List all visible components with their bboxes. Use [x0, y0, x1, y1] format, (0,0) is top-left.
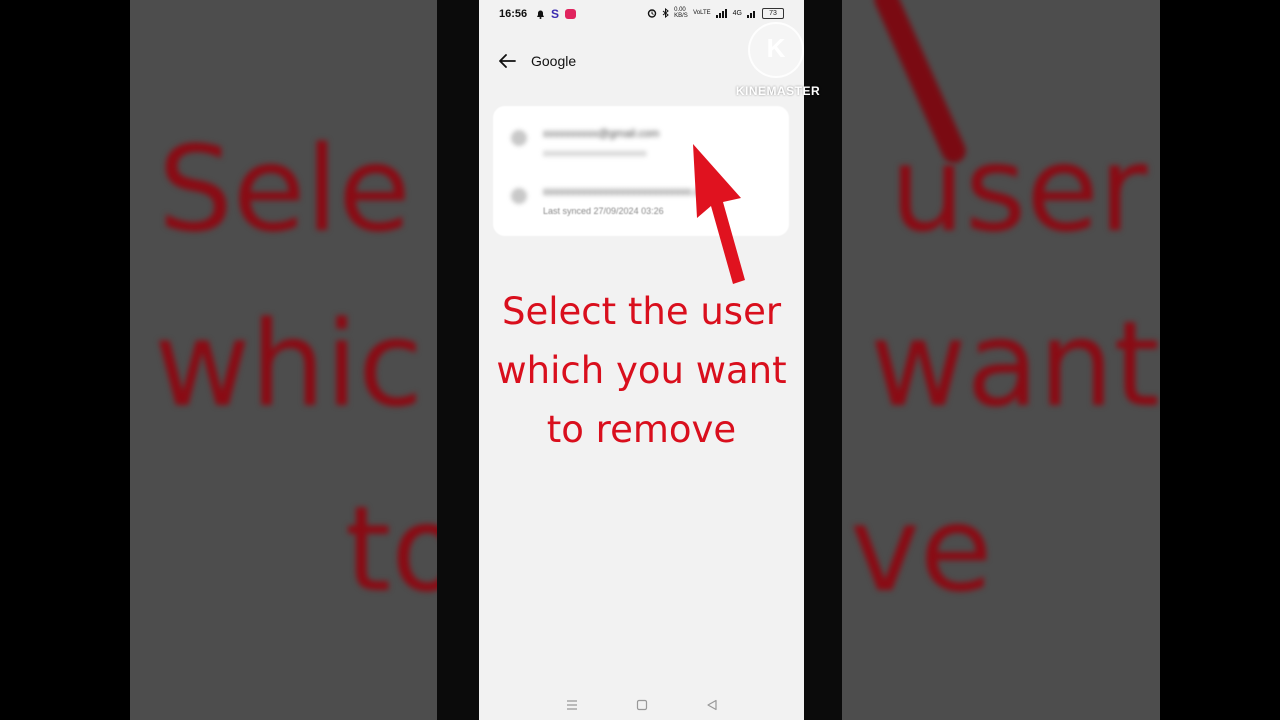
caption-line-3: to remove [546, 408, 737, 451]
bluetooth-icon [662, 8, 669, 18]
account-icon [511, 188, 527, 204]
caption-line-2: which you want [496, 349, 787, 392]
left-dark-strip [437, 0, 479, 720]
network-type: VoLTE [693, 10, 711, 16]
notification-icon [537, 10, 544, 19]
backdrop-line1-left: Sele [158, 120, 411, 258]
account-last-synced: Last synced 27/09/2024 03:26 [543, 206, 664, 216]
status-right-icons: 0.00 KB/S VoLTE 4G 73 [647, 7, 784, 19]
navigation-bar [479, 690, 804, 720]
watermark-letter: K [766, 33, 786, 63]
home-square-icon[interactable] [635, 698, 649, 712]
network-speed: 0.00 KB/S [674, 7, 688, 19]
instruction-caption: Select the user which you want to remove [479, 282, 804, 459]
phone-screen: 16:56 S 0.00 KB/S VoLTE 4G 73 Google xxx… [479, 0, 804, 720]
backdrop-line1-right: user [890, 120, 1148, 258]
menu-icon[interactable] [565, 698, 579, 712]
back-triangle-icon[interactable] [705, 698, 719, 712]
red-pointer-arrow-icon [693, 144, 745, 284]
signal-icon [715, 8, 727, 18]
signal-icon-2 [747, 10, 755, 18]
arrow-left-icon[interactable] [495, 49, 519, 73]
right-dark-strip [804, 0, 842, 720]
status-time: 16:56 [499, 8, 528, 20]
video-app-icon [565, 9, 577, 19]
battery-indicator: 73 [762, 7, 784, 19]
watermark-logo-icon: K [748, 22, 804, 78]
backdrop-line3-right: ve [850, 480, 993, 618]
status-left-icons: S [536, 7, 577, 21]
backdrop-line2-left: whic [154, 295, 423, 433]
caption-line-1: Select the user [501, 290, 782, 333]
page-title: Google [531, 53, 577, 69]
backdrop-line2-right: want [870, 295, 1160, 433]
account-subtitle: xxxxxxxxxxxxxxxxxxxxxxx [543, 148, 647, 158]
account-icon [511, 130, 527, 146]
watermark-text: KINEMASTER [735, 84, 821, 98]
s-app-icon: S [551, 7, 560, 21]
signal-label: 4G [732, 9, 742, 17]
kinemaster-watermark: K KINEMASTER [728, 22, 828, 102]
alarm-icon [647, 9, 657, 18]
account-email: xxxxxxxxxx@gmail.com [543, 128, 660, 140]
